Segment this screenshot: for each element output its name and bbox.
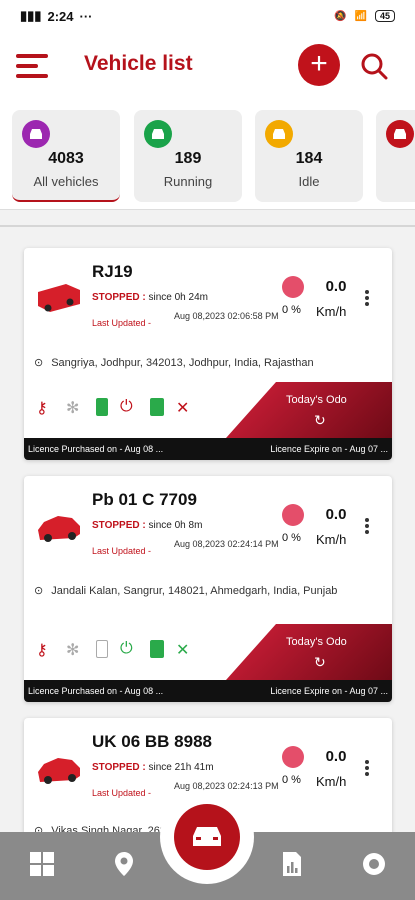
speed-unit: Km/h [316, 532, 347, 547]
licence-purchased: Licence Purchased on - Aug 08 ... [28, 444, 164, 454]
refresh-icon: ↻ [314, 654, 326, 670]
licence-bar: Licence Purchased on - Aug 08 ... Licenc… [24, 438, 392, 460]
speed-unit: Km/h [316, 304, 347, 319]
battery-icon: 45 [374, 10, 395, 22]
fuel-percent: 0 % [282, 774, 301, 786]
vehicle-filter-bar: 4083 All vehicles 189 Running 184 Idle [0, 100, 415, 210]
car-icon [22, 120, 50, 148]
last-updated-label: Last Updated - [92, 546, 152, 556]
wifi-icon: 📶 [354, 10, 367, 22]
licence-purchased: Licence Purchased on - Aug 08 ... [28, 686, 164, 696]
last-updated-value: Aug 08,2023 02:24:14 PM [174, 539, 279, 549]
fuel-percent: 0 % [282, 532, 301, 544]
location: ⊙ Sangriya, Jodhpur, 342013, Jodhpur, In… [34, 356, 374, 371]
lock-icon [150, 640, 164, 658]
mute-icon: 🔕 [334, 10, 347, 22]
car-icon [38, 758, 80, 784]
report-icon[interactable] [278, 850, 306, 878]
location-pin-icon: ⊙ [34, 357, 44, 369]
speed-value: 0.0 [325, 506, 347, 523]
fuel-icon [282, 504, 304, 526]
ac-icon: ✻ [66, 400, 80, 417]
status-icons: ⚷ ✻ ⏻ ✕ [36, 640, 194, 659]
more-options-icon[interactable] [362, 758, 372, 780]
power-icon: ⏻ [120, 398, 133, 415]
last-updated-value: Aug 08,2023 02:24:13 PM [174, 781, 279, 791]
lock-icon [150, 398, 164, 416]
last-updated-label: Last Updated - [92, 788, 152, 798]
search-icon[interactable] [360, 52, 388, 80]
key-icon: ⚷ [36, 642, 48, 659]
last-updated-value: Aug 08,2023 02:06:58 PM [174, 311, 279, 321]
plate-number: RJ19 [92, 262, 133, 281]
settings-icon[interactable] [360, 850, 388, 878]
gps-icon: ✕ [176, 400, 190, 417]
ac-icon: ✻ [66, 642, 80, 659]
licence-expire: Licence Expire on - Aug 07 ... [270, 444, 388, 454]
divider [0, 225, 415, 227]
app-header: Vehicle list + [0, 32, 415, 100]
fuel-icon [282, 276, 304, 298]
status-time: 2:24 [47, 8, 74, 24]
page-title: Vehicle list [84, 52, 193, 75]
filter-count: 4083 [48, 150, 84, 167]
location-text: Jandali Kalan, Sangrur, 148021, Ahmedgar… [51, 585, 338, 597]
key-icon: ⚷ [36, 400, 48, 417]
car-icon [386, 120, 414, 148]
fuel-percent: 0 % [282, 304, 301, 316]
status-text: STOPPED : since 21h 41m [92, 762, 214, 773]
more-options-icon[interactable] [362, 516, 372, 538]
status-text: STOPPED : since 0h 8m [92, 520, 203, 531]
filter-all-vehicles[interactable]: 4083 All vehicles [12, 110, 120, 202]
speed-unit: Km/h [316, 774, 347, 789]
speed-value: 0.0 [325, 748, 347, 765]
odo-label: Today's Odo [286, 394, 347, 406]
plate-number: Pb 01 C 7709 [92, 490, 197, 509]
car-icon [265, 120, 293, 148]
add-vehicle-button[interactable]: + [298, 44, 340, 86]
vehicle-card[interactable]: Pb 01 C 7709 STOPPED : since 0h 8m Last … [24, 476, 392, 702]
status-bar: ▮▮▮ 2:24 ··· 🔕 📶 45 [0, 0, 415, 32]
last-updated-label: Last Updated - [92, 318, 152, 328]
plate-number: UK 06 BB 8988 [92, 732, 213, 751]
car-icon [38, 516, 80, 542]
truck-icon [38, 284, 80, 312]
vehicle-card[interactable]: RJ19 STOPPED : since 0h 24m Last Updated… [24, 248, 392, 460]
filter-count: 184 [295, 150, 323, 167]
filter-label: All vehicles [33, 174, 99, 189]
signal-icon: ▮▮▮ [20, 8, 42, 23]
filter-count: 189 [174, 150, 202, 167]
filter-stopped[interactable] [376, 110, 415, 202]
battery-status-icon [96, 398, 108, 416]
dashboard-icon[interactable] [28, 850, 56, 878]
power-icon: ⏻ [120, 640, 133, 657]
location: ⊙ Jandali Kalan, Sangrur, 148021, Ahmedg… [34, 584, 374, 599]
refresh-icon: ↻ [314, 412, 326, 428]
battery-status-icon [96, 640, 108, 658]
speed-value: 0.0 [325, 278, 347, 295]
location-text: Sangriya, Jodhpur, 342013, Jodhpur, Indi… [51, 357, 314, 369]
status-text: STOPPED : since 0h 24m [92, 292, 208, 303]
location-pin-icon[interactable] [110, 850, 138, 878]
menu-icon[interactable] [16, 54, 50, 80]
todays-odo-button[interactable]: Today's Odo ↻ [226, 382, 392, 438]
filter-running[interactable]: 189 Running [134, 110, 242, 202]
location-pin-icon: ⊙ [34, 585, 44, 597]
car-icon [174, 804, 240, 870]
car-icon [144, 120, 172, 148]
status-icons: ⚷ ✻ ⏻ ✕ [36, 398, 194, 417]
more-icon: ··· [79, 8, 93, 24]
filter-label: Idle [298, 174, 320, 189]
filter-label: Running [163, 174, 213, 189]
fuel-icon [282, 746, 304, 768]
todays-odo-button[interactable]: Today's Odo ↻ [226, 624, 392, 680]
odo-label: Today's Odo [286, 636, 347, 648]
vehicles-tab-button[interactable] [160, 790, 254, 884]
licence-expire: Licence Expire on - Aug 07 ... [270, 686, 388, 696]
filter-idle[interactable]: 184 Idle [255, 110, 363, 202]
gps-icon: ✕ [176, 642, 190, 659]
more-options-icon[interactable] [362, 288, 372, 310]
licence-bar: Licence Purchased on - Aug 08 ... Licenc… [24, 680, 392, 702]
